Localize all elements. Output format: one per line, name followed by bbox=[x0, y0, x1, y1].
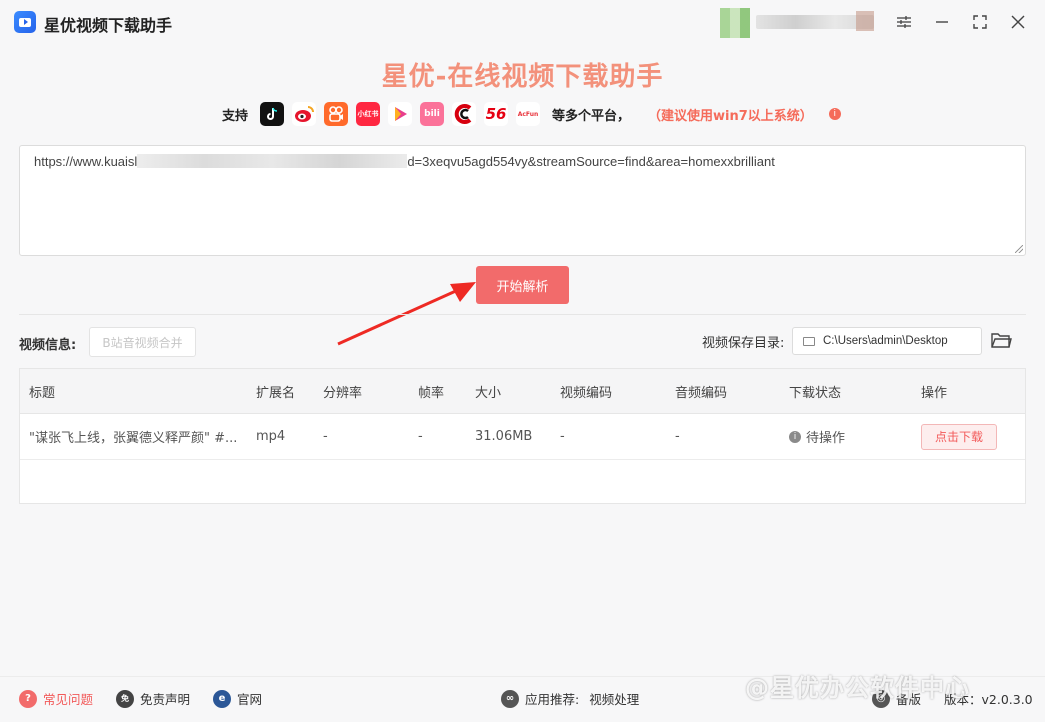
row-title: "谋张飞上线，张翼德义释严颜" #... bbox=[29, 431, 238, 446]
header-resolution: 分辨率 bbox=[323, 385, 363, 401]
recommend-value: 视频处理 bbox=[589, 692, 640, 707]
row-ext: mp4 bbox=[256, 429, 286, 444]
user-name[interactable] bbox=[756, 11, 874, 31]
header-title: 标题 bbox=[29, 385, 56, 401]
system-tip: （建议使用win7以上系统） bbox=[648, 108, 813, 124]
info-icon[interactable]: i bbox=[828, 108, 841, 120]
acfun-icon: AcFun bbox=[516, 102, 541, 126]
header-size: 大小 bbox=[475, 385, 502, 401]
url-input[interactable]: https://www.kuaisl d=3xeqvu5agd554vy&stre… bbox=[19, 145, 1026, 256]
recommend-label: 应用推荐: bbox=[525, 692, 580, 707]
faq-label: 常见问题 bbox=[43, 692, 94, 707]
row-resolution: - bbox=[323, 429, 328, 444]
header-action: 操作 bbox=[921, 385, 948, 401]
video-info-label: 视频信息: bbox=[19, 338, 77, 353]
table-row[interactable]: "谋张飞上线，张翼德义释严颜" #... mp4 - - 31.06MB - -… bbox=[20, 414, 1025, 460]
row-status: i 待操作 bbox=[789, 414, 845, 459]
header-status: 下载状态 bbox=[789, 385, 842, 401]
56-icon: 56 bbox=[484, 102, 509, 126]
douyin-icon bbox=[260, 102, 285, 126]
save-dir-input[interactable]: C:\Users\admin\Desktop bbox=[792, 327, 982, 355]
bilibili-icon: bili bbox=[420, 102, 445, 126]
close-icon[interactable] bbox=[1006, 10, 1030, 34]
status-info-icon: i bbox=[789, 430, 801, 443]
row-vcodec: - bbox=[560, 429, 565, 444]
resize-grip-icon[interactable] bbox=[1015, 245, 1023, 253]
save-dir-value: C:\Users\admin\Desktop bbox=[823, 335, 948, 347]
open-folder-icon[interactable] bbox=[990, 330, 1012, 350]
weibo-icon bbox=[292, 102, 317, 126]
support-label: 支持 bbox=[222, 108, 249, 124]
website-label: 官网 bbox=[237, 692, 263, 707]
minimize-icon[interactable] bbox=[930, 10, 954, 34]
user-avatar[interactable] bbox=[720, 8, 750, 38]
website-link[interactable]: e 官网 bbox=[213, 689, 262, 708]
xiaohongshu-icon: 小红书 bbox=[356, 102, 381, 126]
disclaimer-link[interactable]: 免 免责声明 bbox=[116, 689, 190, 708]
page-title: 星优-在线视频下载助手 bbox=[381, 62, 664, 92]
row-status-text: 待操作 bbox=[806, 431, 846, 446]
save-dir-label: 视频保存目录: bbox=[702, 336, 785, 351]
row-fps: - bbox=[418, 429, 423, 444]
recommend-link[interactable]: ∞ 应用推荐: 视频处理 bbox=[501, 689, 639, 708]
url-text-end: d=3xeqvu5agd554vy&streamSource=find&area… bbox=[407, 154, 775, 169]
row-action: 点击下载 bbox=[921, 414, 997, 459]
disclaimer-label: 免责声明 bbox=[140, 692, 191, 707]
header-fps: 帧率 bbox=[418, 385, 445, 401]
bilibili-merge-button[interactable]: B站音视频合并 bbox=[89, 327, 196, 357]
section-divider bbox=[19, 314, 1026, 315]
maximize-icon[interactable] bbox=[968, 10, 992, 34]
more-platforms-text: 等多个平台， bbox=[552, 108, 631, 124]
ie-icon: e bbox=[213, 689, 231, 708]
header-ext: 扩展名 bbox=[256, 385, 296, 401]
header-acodec: 音频编码 bbox=[675, 385, 728, 401]
watermark: @星优办公软件中心 bbox=[745, 674, 970, 702]
header-vcodec: 视频编码 bbox=[560, 385, 613, 401]
app-title: 星优视频下载助手 bbox=[44, 16, 173, 35]
folder-small-icon bbox=[803, 336, 815, 346]
app-logo-icon bbox=[14, 11, 36, 33]
start-parse-button[interactable]: 开始解析 bbox=[476, 266, 569, 304]
download-button[interactable]: 点击下载 bbox=[921, 423, 997, 450]
disclaimer-icon: 免 bbox=[116, 689, 134, 708]
row-size: 31.06MB bbox=[475, 429, 533, 444]
url-redacted bbox=[137, 154, 408, 168]
title-bar: 星优视频下载助手 bbox=[0, 0, 1045, 44]
link-icon: ∞ bbox=[501, 689, 519, 708]
cntv-icon bbox=[452, 102, 477, 126]
table-header: 标题 扩展名 分辨率 帧率 大小 视频编码 音频编码 下载状态 操作 bbox=[20, 369, 1025, 414]
faq-link[interactable]: ? 常见问题 bbox=[19, 689, 93, 708]
kuaishou-icon bbox=[324, 102, 349, 126]
row-acodec: - bbox=[675, 429, 680, 444]
question-icon: ? bbox=[19, 689, 37, 708]
settings-sliders-icon[interactable] bbox=[892, 10, 916, 34]
url-text-start: https://www.kuaisl bbox=[34, 154, 138, 169]
play-icon bbox=[388, 102, 413, 126]
video-table: 标题 扩展名 分辨率 帧率 大小 视频编码 音频编码 下载状态 操作 "谋张飞上… bbox=[19, 368, 1026, 504]
supported-platforms: 支持 小红书 bili 56 AcFun 等多个平台， （建议使用win7以上系… bbox=[222, 101, 841, 127]
